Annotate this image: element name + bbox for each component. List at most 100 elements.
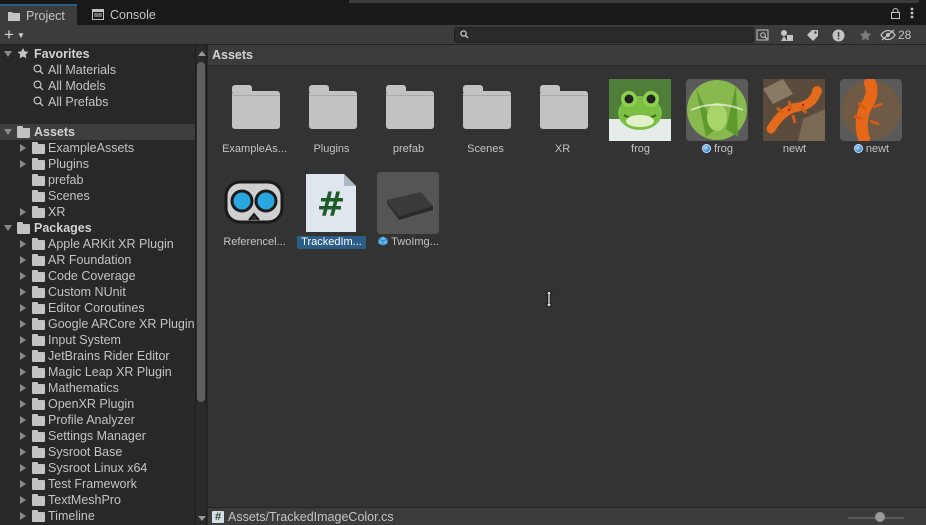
package-item[interactable]: Timeline (0, 508, 195, 524)
hidden-packages-toggle[interactable]: 28 (880, 26, 911, 44)
expand-arrow-icon[interactable] (20, 272, 26, 280)
filter-by-label-button[interactable] (801, 26, 823, 44)
expand-arrow-icon[interactable] (20, 416, 26, 424)
search-input[interactable] (473, 28, 748, 42)
breadcrumb-assets[interactable]: Assets (212, 48, 253, 62)
package-item[interactable]: Sysroot Base (0, 444, 195, 460)
lock-icon[interactable] (891, 7, 900, 19)
favorite-item-all-prefabs[interactable]: All Prefabs (0, 94, 195, 110)
asset-item-reference-library[interactable]: Referencel... (216, 172, 293, 252)
kebab-menu-icon[interactable] (910, 7, 914, 19)
package-item[interactable]: TextMeshPro (0, 492, 195, 508)
package-item[interactable]: Custom NUnit (0, 284, 195, 300)
asset-item-texture[interactable]: frog (602, 79, 679, 159)
asset-item-folder[interactable]: prefab (370, 79, 447, 159)
package-item[interactable]: Code Coverage (0, 268, 195, 284)
collapse-arrow-icon[interactable] (4, 225, 12, 231)
folder-icon (32, 334, 45, 346)
expand-arrow-icon[interactable] (20, 464, 26, 472)
asset-item-folder[interactable]: XR (524, 79, 601, 159)
search-field[interactable] (454, 27, 754, 43)
package-item[interactable]: JetBrains Rider Editor (0, 348, 195, 364)
scroll-down-arrow-icon[interactable] (198, 516, 206, 521)
asset-item-sprite[interactable]: frog (679, 79, 756, 159)
tree-item-plugins[interactable]: Plugins (0, 156, 195, 172)
expand-arrow-icon[interactable] (20, 432, 26, 440)
tree-item-prefab[interactable]: prefab (0, 172, 195, 188)
package-item[interactable]: Google ARCore XR Plugin (0, 316, 195, 332)
expand-arrow-icon[interactable] (20, 512, 26, 520)
search-scene-icon (756, 29, 769, 40)
filter-by-log-type-button[interactable] (827, 26, 849, 44)
package-item[interactable]: Settings Manager (0, 428, 195, 444)
tree-scrollbar[interactable] (195, 45, 207, 525)
assets-header[interactable]: Assets (0, 124, 195, 140)
package-item[interactable]: Mathematics (0, 380, 195, 396)
tab-project[interactable]: Project (0, 4, 77, 25)
expand-arrow-icon[interactable] (20, 208, 26, 216)
package-item[interactable]: Editor Coroutines (0, 300, 195, 316)
packages-header[interactable]: Packages (0, 220, 195, 236)
favorite-item-label: All Prefabs (48, 95, 109, 109)
asset-item-folder[interactable]: ExampleAs... (216, 79, 293, 159)
expand-arrow-icon[interactable] (20, 144, 26, 152)
expand-arrow-icon[interactable] (20, 320, 26, 328)
asset-browser: Assets ExampleAs... Plugins prefab Scene… (208, 45, 926, 507)
tree-item-exampleassets[interactable]: ExampleAssets (0, 140, 195, 156)
breadcrumb: Assets (208, 45, 926, 66)
package-item[interactable]: Sysroot Linux x64 (0, 460, 195, 476)
expand-arrow-icon[interactable] (20, 384, 26, 392)
package-item-label: Apple ARKit XR Plugin (48, 237, 174, 251)
asset-item-texture[interactable]: newt (756, 79, 833, 159)
tree-item-scenes[interactable]: Scenes (0, 188, 195, 204)
scroll-up-arrow-icon[interactable] (198, 51, 206, 56)
csharp-script-icon: # (300, 172, 362, 234)
expand-arrow-icon[interactable] (20, 160, 26, 168)
tree-item-xr[interactable]: XR (0, 204, 195, 220)
asset-item-sprite[interactable]: newt (833, 79, 910, 159)
asset-name: XR (554, 143, 571, 155)
package-item[interactable]: Input System (0, 332, 195, 348)
icon-size-slider-thumb[interactable] (875, 512, 885, 522)
package-item[interactable]: Magic Leap XR Plugin (0, 364, 195, 380)
asset-name: frog (714, 143, 733, 155)
folder-icon (32, 286, 45, 298)
shapes-icon (781, 29, 793, 41)
package-item[interactable]: AR Foundation (0, 252, 195, 268)
expand-arrow-icon[interactable] (20, 240, 26, 248)
package-item[interactable]: Test Framework (0, 476, 195, 492)
tab-console[interactable]: Console (84, 4, 170, 25)
asset-item-folder[interactable]: Plugins (293, 79, 370, 159)
expand-arrow-icon[interactable] (20, 288, 26, 296)
expand-arrow-icon[interactable] (20, 256, 26, 264)
expand-arrow-icon[interactable] (20, 352, 26, 360)
asset-item-script[interactable]: # TrackedIm... (293, 172, 370, 252)
favorite-button[interactable] (854, 26, 876, 44)
expand-arrow-icon[interactable] (20, 448, 26, 456)
expand-arrow-icon[interactable] (20, 336, 26, 344)
favorites-header[interactable]: Favorites (0, 46, 195, 62)
move-cursor-icon (545, 291, 553, 307)
filter-by-type-button[interactable] (776, 26, 798, 44)
scrollbar-thumb[interactable] (197, 62, 205, 402)
hidden-count-label: 28 (898, 28, 912, 42)
tab-bar: Project Console (0, 0, 926, 25)
folder-icon (17, 222, 30, 234)
favorite-item-all-materials[interactable]: All Materials (0, 62, 195, 78)
collapse-arrow-icon[interactable] (4, 51, 12, 57)
expand-arrow-icon[interactable] (20, 400, 26, 408)
asset-name: prefab (392, 143, 425, 155)
expand-arrow-icon[interactable] (20, 368, 26, 376)
expand-arrow-icon[interactable] (20, 304, 26, 312)
favorite-item-all-models[interactable]: All Models (0, 78, 195, 94)
asset-item-prefab[interactable]: TwoImg... (370, 172, 447, 252)
asset-item-folder[interactable]: Scenes (447, 79, 524, 159)
search-by-scene-button[interactable] (752, 26, 774, 44)
package-item[interactable]: Apple ARKit XR Plugin (0, 236, 195, 252)
create-asset-button[interactable]: + ▼ (4, 26, 34, 44)
expand-arrow-icon[interactable] (20, 480, 26, 488)
collapse-arrow-icon[interactable] (4, 129, 12, 135)
expand-arrow-icon[interactable] (20, 496, 26, 504)
package-item[interactable]: Profile Analyzer (0, 412, 195, 428)
package-item[interactable]: OpenXR Plugin (0, 396, 195, 412)
